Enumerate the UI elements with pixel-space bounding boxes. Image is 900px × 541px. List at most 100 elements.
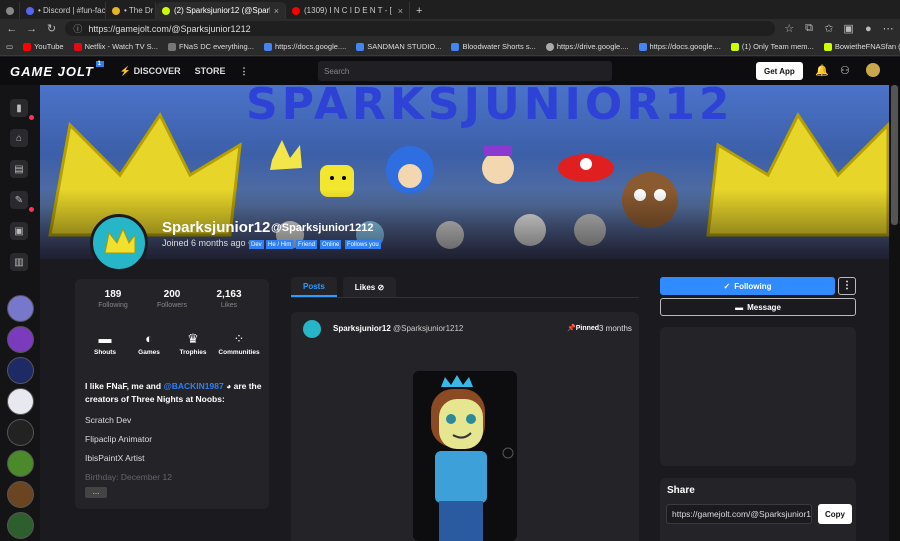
pinned-post[interactable]: Sparksjunior12 @Sparksjunior1212 📌Pinned… [291,312,639,541]
collections-icon[interactable]: ▣ [843,22,855,35]
browser-tab-active[interactable]: (2) Sparksjunior12 (@Sparksjunior12 × [156,2,286,19]
bookmark-item[interactable]: Bloodwater Shorts s... [451,42,536,51]
close-tab-icon[interactable]: × [274,6,279,16]
reload-icon[interactable]: ↻ [46,22,58,35]
trophies-button[interactable]: ♛ Trophies [169,331,217,356]
community-avatar[interactable] [7,388,34,415]
bookmark-item[interactable]: FNaS DC everything... [167,42,254,51]
search-input[interactable]: Search [318,61,612,81]
browser-tab[interactable]: (1309) I N C I D E N T - [× [286,2,410,19]
address-bar-row: ← → ↻ ⓘ https://gamejolt.com/@Sparksjuni… [0,19,900,38]
library-icon[interactable]: ▥ [10,253,28,271]
message-icon: ▬ [735,302,744,312]
favorites-icon[interactable]: ✩ [823,22,835,35]
bookmark-item[interactable]: https://drive.google.... [545,42,629,51]
stat-following[interactable]: 189 Following [83,289,143,309]
bookmark-favicon-icon [167,42,176,51]
bookmark-favicon-icon [451,42,460,51]
tab-label: (2) Sparksjunior12 (@Sparksjunior12 [174,6,270,15]
url-field[interactable]: ⓘ https://gamejolt.com/@Sparksjunior1212 [65,21,776,36]
bell-icon[interactable]: 🔔 [815,64,829,77]
nav-store[interactable]: STORE [195,66,226,76]
bookmark-item[interactable]: BowietheFNASfan (... [823,42,900,51]
community-avatar[interactable] [7,295,34,322]
joined-date: Joined 6 months ago • [162,238,251,248]
community-avatar[interactable] [7,326,34,353]
post-author-handle[interactable]: @Sparksjunior1212 [393,324,463,333]
chat-icon[interactable]: ▣ [10,222,28,240]
communities-button[interactable]: ⁘ Communities [215,331,263,356]
bookmark-item[interactable]: YouTube [23,42,64,51]
post-author-avatar[interactable] [303,320,321,338]
community-avatar[interactable] [7,357,34,384]
mention-link[interactable]: @BACKIN1987 [163,381,223,391]
site-info-icon[interactable]: ⓘ [73,22,82,35]
tab-likes[interactable]: Likes ⊘ [342,277,397,297]
star-icon[interactable]: ☆ [783,22,795,35]
store-icon[interactable]: ⌂ [10,129,28,147]
page-scrollbar[interactable] [889,85,900,541]
friends-icon[interactable]: ⚇ [840,64,850,77]
tag-follows-you: Follows you [345,240,381,249]
nav-discover[interactable]: ⚡ DISCOVER [120,66,181,77]
bookmark-item[interactable]: https://docs.google.... [638,42,721,51]
feed-tabs: Posts Likes ⊘ [291,277,401,297]
site-header: GAME JOLT 1 ⚡ DISCOVER STORE ⋮ Search Get… [0,57,900,85]
shouts-button[interactable]: ▬ Shouts [81,331,129,356]
browser-tab[interactable]: • Discord | #fun-facts | [20,2,106,19]
browser-tab[interactable]: • The Dr [106,2,156,19]
community-avatar[interactable] [7,419,34,446]
bookmark-item[interactable]: SANDMAN STUDIO... [356,42,441,51]
get-app-button[interactable]: Get App [756,62,803,80]
grid-icon: ⁘ [233,331,245,346]
account-icon[interactable]: ● [862,23,874,35]
character-drawing-art [431,375,514,541]
tab-label: • The Dr [124,6,154,15]
browser-tab-bar: • Discord | #fun-facts | • The Dr (2) Sp… [0,0,900,19]
bio-line: Birthday: December 12 [85,472,172,482]
menu-icon[interactable]: ⋯ [882,22,894,35]
forward-icon[interactable]: → [26,23,38,35]
more-options-button[interactable]: ⋮ [838,277,856,295]
bookmark-item[interactable]: Netflix - Watch TV S... [73,42,158,51]
logo-badge: 1 [95,60,104,67]
bookmark-favicon-icon [356,42,365,51]
stat-followers[interactable]: 200 Followers [142,289,202,309]
community-avatar[interactable] [7,450,34,477]
post-author-name[interactable]: Sparksjunior12 [333,324,391,333]
bookmark-favicon-icon [730,42,739,51]
bookmarks-toggle-icon[interactable]: ▭ [6,42,13,51]
bookmark-item[interactable]: (1) Only Team mem... [730,42,814,51]
activity-icon[interactable]: ▮ [10,99,28,117]
bio-line: IbisPaintX Artist [85,453,145,463]
crown-avatar-icon [104,227,136,254]
backpack-icon[interactable]: ▤ [10,160,28,178]
quests-icon[interactable]: ✎ [10,191,28,209]
profile-icon[interactable] [0,2,20,19]
profile-avatar[interactable] [90,214,148,272]
community-avatar[interactable] [7,481,34,508]
scrollbar-thumb[interactable] [891,85,898,225]
gamejolt-logo[interactable]: GAME JOLT 1 [10,60,104,79]
nav-more-icon[interactable]: ⋮ [239,66,248,77]
tab-posts[interactable]: Posts [291,277,337,297]
following-button[interactable]: ✓ Following [660,277,835,295]
post-image[interactable] [413,371,517,541]
bio-line: Flipaclip Animator [85,434,153,444]
bookmark-favicon-icon [23,42,32,51]
copy-button[interactable]: Copy [818,504,852,524]
community-avatar[interactable] [7,512,34,539]
notification-dot [29,207,34,212]
games-button[interactable]: ◐ Games [125,331,173,356]
extensions-icon[interactable]: ⧉ [803,22,815,35]
close-tab-icon[interactable]: × [398,6,403,16]
message-button[interactable]: ▬ Message [660,298,856,316]
bio-line: Scratch Dev [85,415,132,425]
user-avatar[interactable] [866,63,880,77]
show-more-button[interactable]: ... [85,487,107,498]
back-icon[interactable]: ← [6,23,18,35]
stat-likes[interactable]: 2,163 Likes [199,289,259,309]
bookmark-item[interactable]: https://docs.google.... [263,42,346,51]
new-tab-icon[interactable]: + [410,2,428,19]
share-url-field[interactable]: https://gamejolt.com/@Sparksjunior12 [666,504,812,524]
